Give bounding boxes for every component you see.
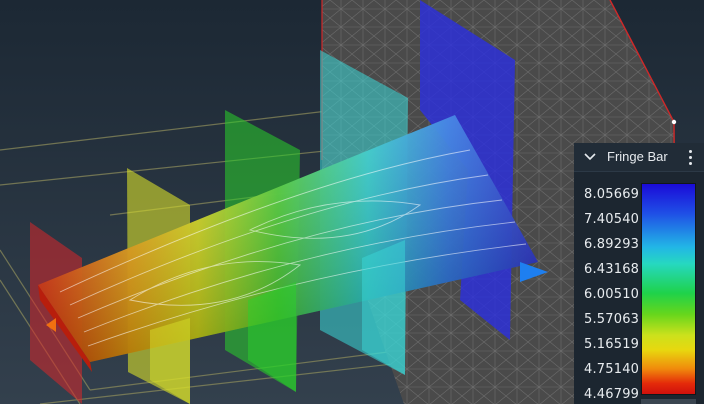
fringe-tick: 8.05669	[584, 187, 640, 202]
fringe-tick: 7.40540	[584, 212, 640, 227]
fringe-bar-header: Fringe Bar	[574, 143, 704, 172]
fringe-tick: 6.43168	[584, 262, 640, 277]
fringe-tick: 5.57063	[584, 312, 640, 327]
chevron-down-icon[interactable]	[583, 149, 597, 163]
fringe-bar-title: Fringe Bar	[607, 149, 668, 164]
fringe-tick: 4.75140	[584, 362, 640, 377]
fringe-tick: 5.16519	[584, 337, 640, 352]
fringe-bar-panel: Fringe Bar 8.05669 7.40540 6.89293 6.431…	[574, 143, 704, 404]
kebab-menu-icon[interactable]	[684, 147, 698, 167]
fringe-color-scale	[641, 183, 696, 395]
fringe-tick: 6.00510	[584, 287, 640, 302]
fringe-scale-footer	[641, 399, 696, 404]
fringe-tick: 6.89293	[584, 237, 640, 252]
fringe-tick: 4.46799	[584, 387, 640, 402]
